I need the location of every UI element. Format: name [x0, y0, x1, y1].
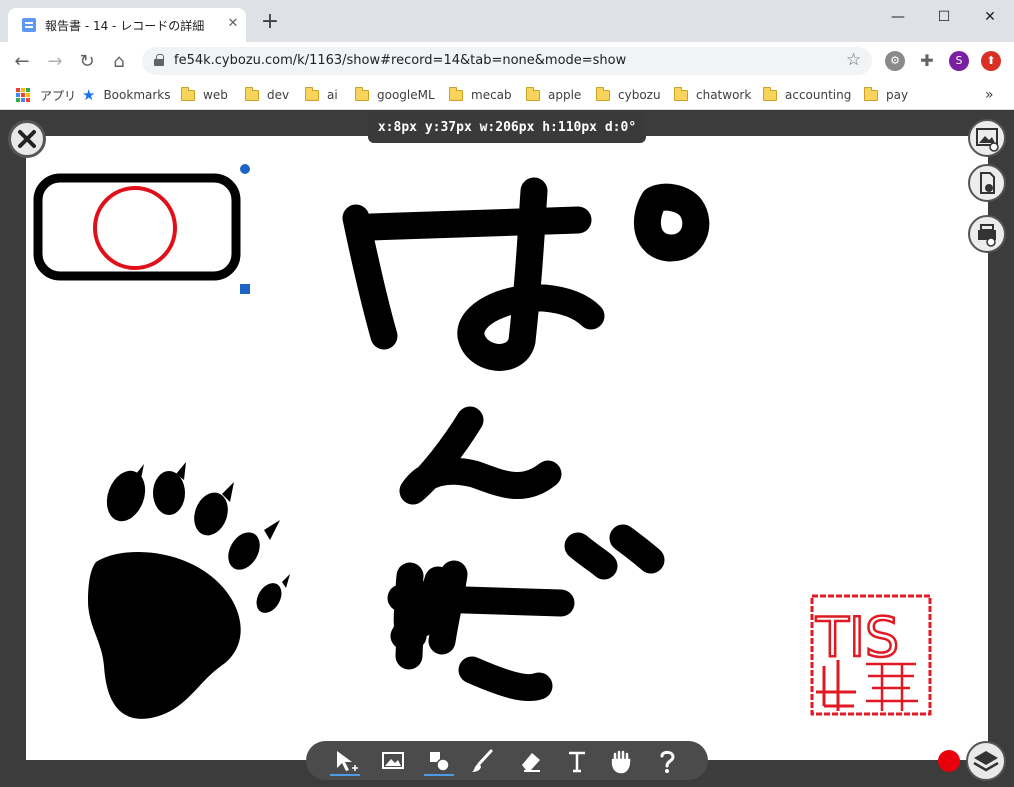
help-button[interactable]: [652, 746, 682, 776]
tool-palette: [306, 741, 708, 780]
bookmark-folder-web[interactable]: web: [181, 86, 228, 104]
insert-image-button[interactable]: [968, 119, 1006, 157]
eraser-icon: [522, 753, 540, 772]
hand-tool-button[interactable]: [606, 746, 636, 776]
home-icon[interactable]: ⌂: [107, 50, 131, 74]
file-download-icon: [980, 172, 995, 194]
profile-avatar[interactable]: S: [949, 51, 969, 71]
url-text[interactable]: fe54k.cybozu.com/k/1163/show#record=14&t…: [174, 53, 626, 68]
brush-tool-button[interactable]: [468, 746, 498, 776]
bookmark-label: accounting: [785, 88, 852, 102]
shapes-icon: [430, 752, 450, 772]
close-icon: [18, 130, 36, 148]
apps-grid-icon: [16, 88, 30, 102]
new-tab-button[interactable]: +: [260, 11, 280, 33]
tab-strip: 報告書 - 14 - レコードの詳細 ✕ + — ☐ ✕: [0, 0, 1014, 42]
tab-title: 報告書 - 14 - レコードの詳細: [45, 19, 205, 33]
close-editor-button[interactable]: [8, 120, 46, 158]
extension-gear-icon[interactable]: ⚙: [885, 51, 905, 71]
image-tool-button[interactable]: [378, 746, 408, 776]
folder-icon: [181, 86, 195, 101]
shape-tool-button[interactable]: [424, 746, 454, 776]
bear-paw-stamp[interactable]: [88, 462, 290, 719]
rotate-handle[interactable]: [240, 164, 250, 174]
canvas-drawing: TIS: [33, 164, 932, 719]
image-icon: [382, 752, 404, 769]
tis-seal-stamp[interactable]: TIS: [810, 594, 932, 716]
bookmark-label: web: [203, 88, 228, 102]
bookmark-folder-apple[interactable]: apple: [526, 86, 581, 104]
bookmark-label: apple: [548, 88, 582, 102]
close-window-button[interactable]: ✕: [967, 4, 1013, 30]
back-icon[interactable]: ←: [10, 50, 34, 74]
eraser-tool-button[interactable]: [516, 746, 546, 776]
folder-icon: [526, 86, 540, 101]
folder-icon: [355, 86, 369, 101]
drawing-editor: TIS x:8px y:37px w:206px h:110px d:0°: [0, 111, 1014, 787]
address-bar[interactable]: fe54k.cybozu.com/k/1163/show#record=14&t…: [142, 47, 872, 75]
seal-text: TIS: [815, 606, 899, 669]
star-icon: ★: [82, 86, 96, 104]
brush-icon: [472, 749, 493, 772]
maximize-button[interactable]: ☐: [921, 4, 967, 30]
bookmark-label: chatwork: [696, 88, 752, 102]
resize-handle[interactable]: [240, 284, 250, 294]
question-icon: [660, 750, 675, 773]
bookmark-label: dev: [267, 88, 290, 102]
text-icon: [569, 751, 585, 773]
reload-icon[interactable]: ↻: [75, 50, 99, 74]
folder-icon: [763, 86, 777, 101]
folder-icon: [864, 86, 878, 101]
folder-icon: [305, 86, 319, 101]
forward-icon[interactable]: →: [43, 50, 67, 74]
selected-rect-shape[interactable]: [33, 173, 241, 281]
bookmark-star-icon[interactable]: ☆: [846, 50, 861, 70]
folder-icon: [245, 86, 259, 101]
bookmark-folder-cybozu[interactable]: cybozu: [596, 86, 661, 104]
bookmark-label: ai: [327, 88, 338, 102]
selection-info-bar: x:8px y:37px w:206px h:110px d:0°: [368, 112, 646, 143]
bookmarks-bar: アプリ ★ Bookmarks web dev ai googleML meca…: [0, 80, 1014, 110]
bookmark-label: mecab: [471, 88, 512, 102]
hand-icon: [611, 750, 631, 774]
drawing-canvas[interactable]: TIS: [26, 136, 988, 760]
minimize-button[interactable]: —: [875, 4, 921, 30]
image-add-icon: [976, 128, 999, 152]
bookmarks-overflow-icon[interactable]: »: [985, 86, 994, 104]
folder-icon: [449, 86, 463, 101]
extensions-puzzle-icon[interactable]: ✚: [917, 51, 937, 71]
lock-icon[interactable]: [154, 54, 164, 66]
browser-toolbar: ← → ↻ ⌂ fe54k.cybozu.com/k/1163/show#rec…: [0, 42, 1014, 80]
bookmark-label: googleML: [377, 88, 435, 102]
print-button[interactable]: [968, 215, 1006, 253]
bookmark-label: pay: [886, 88, 909, 102]
cursor-icon: [337, 751, 358, 771]
text-tool-button[interactable]: [562, 746, 592, 776]
save-file-button[interactable]: [968, 164, 1006, 202]
tab-active[interactable]: 報告書 - 14 - レコードの詳細 ✕: [8, 8, 246, 42]
bookmark-folder-mecab[interactable]: mecab: [449, 86, 512, 104]
bookmark-label: アプリ: [40, 88, 77, 103]
printer-icon: [978, 224, 996, 247]
bookmark-apps[interactable]: アプリ: [16, 86, 76, 104]
folder-icon: [674, 86, 688, 101]
bookmark-folder-chatwork[interactable]: chatwork: [674, 86, 751, 104]
tab-close-icon[interactable]: ✕: [224, 15, 242, 33]
bookmark-folder-accounting[interactable]: accounting: [763, 86, 851, 104]
color-picker-swatch[interactable]: [938, 750, 960, 772]
bookmark-folder-googleml[interactable]: googleML: [355, 86, 435, 104]
layers-icon: [973, 751, 999, 772]
bookmark-label: Bookmarks: [103, 88, 171, 102]
bookmark-folder-dev[interactable]: dev: [245, 86, 289, 104]
bookmark-bookmarks[interactable]: ★ Bookmarks: [82, 86, 171, 104]
bookmark-label: cybozu: [618, 88, 661, 102]
handwritten-text-panda[interactable]: [342, 177, 710, 702]
kintone-favicon-icon: [22, 18, 36, 32]
bookmark-folder-ai[interactable]: ai: [305, 86, 338, 104]
folder-icon: [596, 86, 610, 101]
layers-button[interactable]: [966, 741, 1006, 781]
extension-red-icon[interactable]: ⬆: [981, 51, 1001, 71]
select-tool-button[interactable]: [330, 746, 360, 776]
bookmark-folder-pay[interactable]: pay: [864, 86, 908, 104]
